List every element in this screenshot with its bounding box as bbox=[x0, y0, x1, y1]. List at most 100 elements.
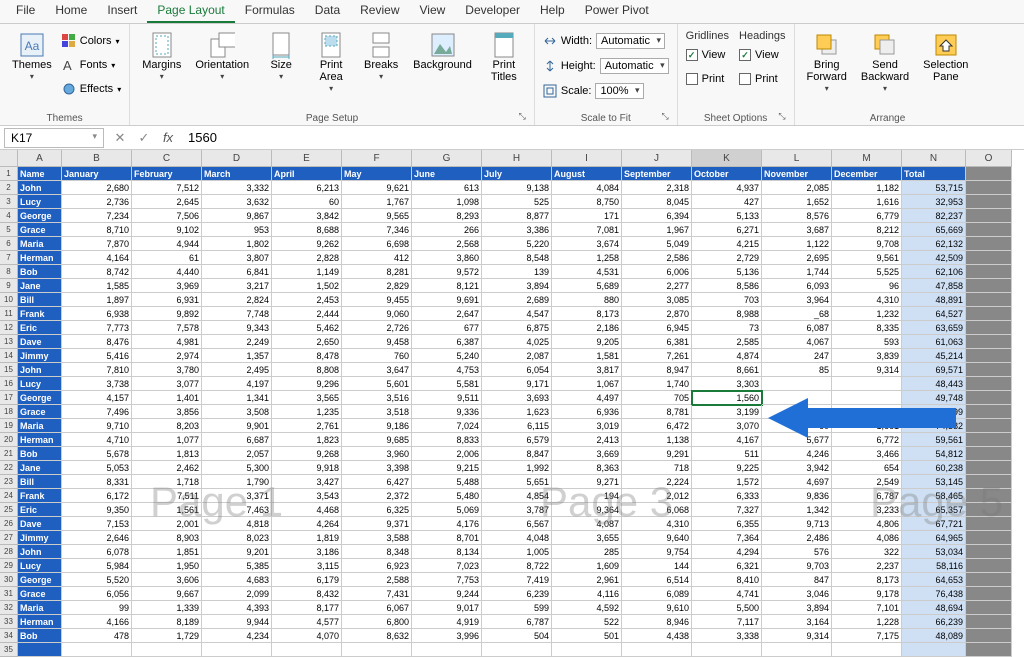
gridlines-print-check[interactable]: Print bbox=[686, 68, 729, 90]
data-cell[interactable]: 4,592 bbox=[552, 601, 622, 615]
data-cell[interactable]: 3,964 bbox=[762, 293, 832, 307]
row-header[interactable]: 17 bbox=[0, 391, 18, 405]
data-cell[interactable]: 3,303 bbox=[692, 377, 762, 391]
data-cell[interactable]: 7,023 bbox=[412, 559, 482, 573]
scale-combo[interactable]: 100% bbox=[595, 83, 643, 99]
data-cell[interactable]: 3,019 bbox=[552, 419, 622, 433]
data-cell[interactable]: 3,655 bbox=[552, 531, 622, 545]
data-cell[interactable]: 6,938 bbox=[62, 307, 132, 321]
header-cell[interactable]: November bbox=[762, 167, 832, 181]
data-cell[interactable]: 73 bbox=[692, 321, 762, 335]
name-cell[interactable]: Jimmy bbox=[18, 531, 62, 545]
name-cell[interactable]: Lucy bbox=[18, 377, 62, 391]
total-cell[interactable]: 66,239 bbox=[902, 615, 966, 629]
row-header[interactable]: 23 bbox=[0, 475, 18, 489]
data-cell[interactable]: 9,186 bbox=[342, 419, 412, 433]
row-header[interactable]: 32 bbox=[0, 601, 18, 615]
data-cell[interactable]: 2,495 bbox=[202, 363, 272, 377]
menu-tab-developer[interactable]: Developer bbox=[455, 0, 530, 23]
data-cell[interactable]: 3,693 bbox=[482, 391, 552, 405]
data-cell[interactable]: 576 bbox=[762, 545, 832, 559]
data-cell[interactable]: 2,974 bbox=[132, 349, 202, 363]
data-cell[interactable]: 3,632 bbox=[202, 195, 272, 209]
data-cell[interactable]: 6,923 bbox=[342, 559, 412, 573]
data-cell[interactable]: 8,203 bbox=[132, 419, 202, 433]
data-cell[interactable]: 2,249 bbox=[202, 335, 272, 349]
data-cell[interactable]: 8,750 bbox=[552, 195, 622, 209]
data-cell[interactable]: 2,549 bbox=[832, 475, 902, 489]
data-cell[interactable]: 4,084 bbox=[552, 181, 622, 195]
data-cell[interactable] bbox=[762, 643, 832, 657]
header-cell[interactable]: April bbox=[272, 167, 342, 181]
data-cell[interactable]: 3,894 bbox=[482, 279, 552, 293]
total-cell[interactable]: 53,715 bbox=[902, 181, 966, 195]
data-cell[interactable]: 9,458 bbox=[342, 335, 412, 349]
data-cell[interactable]: 8,348 bbox=[342, 545, 412, 559]
header-cell[interactable]: October bbox=[692, 167, 762, 181]
row-header[interactable]: 10 bbox=[0, 293, 18, 307]
name-cell[interactable]: Bill bbox=[18, 293, 62, 307]
row-header[interactable]: 26 bbox=[0, 517, 18, 531]
total-cell[interactable]: 60,238 bbox=[902, 461, 966, 475]
row-header[interactable]: 4 bbox=[0, 209, 18, 223]
data-cell[interactable]: 8,212 bbox=[832, 223, 902, 237]
name-cell[interactable]: George bbox=[18, 209, 62, 223]
menu-tab-home[interactable]: Home bbox=[45, 0, 97, 23]
data-cell[interactable]: 6,579 bbox=[482, 433, 552, 447]
data-cell[interactable]: 8,781 bbox=[622, 405, 692, 419]
data-cell[interactable] bbox=[482, 643, 552, 657]
name-cell[interactable]: Herman bbox=[18, 251, 62, 265]
data-cell[interactable]: 522 bbox=[552, 615, 622, 629]
data-cell[interactable]: 3,085 bbox=[622, 293, 692, 307]
data-cell[interactable]: 9,291 bbox=[622, 447, 692, 461]
data-cell[interactable]: 6,239 bbox=[482, 587, 552, 601]
name-cell[interactable]: George bbox=[18, 391, 62, 405]
total-cell[interactable]: 62,132 bbox=[902, 237, 966, 251]
data-cell[interactable]: 9,640 bbox=[622, 531, 692, 545]
total-cell[interactable]: 53,145 bbox=[902, 475, 966, 489]
data-cell[interactable]: 4,468 bbox=[272, 503, 342, 517]
data-cell[interactable]: 6,381 bbox=[622, 335, 692, 349]
data-cell[interactable]: 5,480 bbox=[412, 489, 482, 503]
total-cell[interactable]: 82,237 bbox=[902, 209, 966, 223]
data-cell[interactable]: 1,149 bbox=[272, 265, 342, 279]
data-cell[interactable]: 3,386 bbox=[482, 223, 552, 237]
column-header[interactable]: F bbox=[342, 150, 412, 167]
data-cell[interactable]: 4,697 bbox=[762, 475, 832, 489]
data-cell[interactable]: 705 bbox=[622, 391, 692, 405]
row-header[interactable]: 5 bbox=[0, 223, 18, 237]
data-cell[interactable]: 9,621 bbox=[342, 181, 412, 195]
name-cell[interactable] bbox=[18, 643, 62, 657]
data-cell[interactable]: 7,153 bbox=[62, 517, 132, 531]
data-cell[interactable]: 7,101 bbox=[832, 601, 902, 615]
total-cell[interactable]: 48,443 bbox=[902, 377, 966, 391]
data-cell[interactable]: 3,669 bbox=[552, 447, 622, 461]
data-cell[interactable]: 4,048 bbox=[482, 531, 552, 545]
data-cell[interactable]: 8,701 bbox=[412, 531, 482, 545]
data-cell[interactable]: 4,440 bbox=[132, 265, 202, 279]
data-cell[interactable]: 2,647 bbox=[412, 307, 482, 321]
data-cell[interactable]: 3,969 bbox=[132, 279, 202, 293]
menu-tab-data[interactable]: Data bbox=[305, 0, 350, 23]
data-cell[interactable]: 1,585 bbox=[62, 279, 132, 293]
data-cell[interactable]: 1,122 bbox=[762, 237, 832, 251]
data-cell[interactable]: 1,581 bbox=[552, 349, 622, 363]
data-cell[interactable]: 9,262 bbox=[272, 237, 342, 251]
name-cell[interactable]: Grace bbox=[18, 587, 62, 601]
data-cell[interactable]: 5,385 bbox=[202, 559, 272, 573]
data-cell[interactable]: 8,476 bbox=[62, 335, 132, 349]
data-cell[interactable]: 1,652 bbox=[762, 195, 832, 209]
row-header[interactable]: 14 bbox=[0, 349, 18, 363]
row-header[interactable]: 34 bbox=[0, 629, 18, 643]
data-cell[interactable] bbox=[692, 643, 762, 657]
total-cell[interactable]: 45,214 bbox=[902, 349, 966, 363]
row-header[interactable]: 16 bbox=[0, 377, 18, 391]
data-cell[interactable]: 1,740 bbox=[622, 377, 692, 391]
data-cell[interactable]: 8,877 bbox=[482, 209, 552, 223]
data-cell[interactable]: 7,419 bbox=[482, 573, 552, 587]
data-cell[interactable]: 6,841 bbox=[202, 265, 272, 279]
menu-tab-view[interactable]: View bbox=[410, 0, 456, 23]
data-cell[interactable]: 3,588 bbox=[342, 531, 412, 545]
data-cell[interactable]: 2,646 bbox=[62, 531, 132, 545]
total-cell[interactable]: 63,659 bbox=[902, 321, 966, 335]
